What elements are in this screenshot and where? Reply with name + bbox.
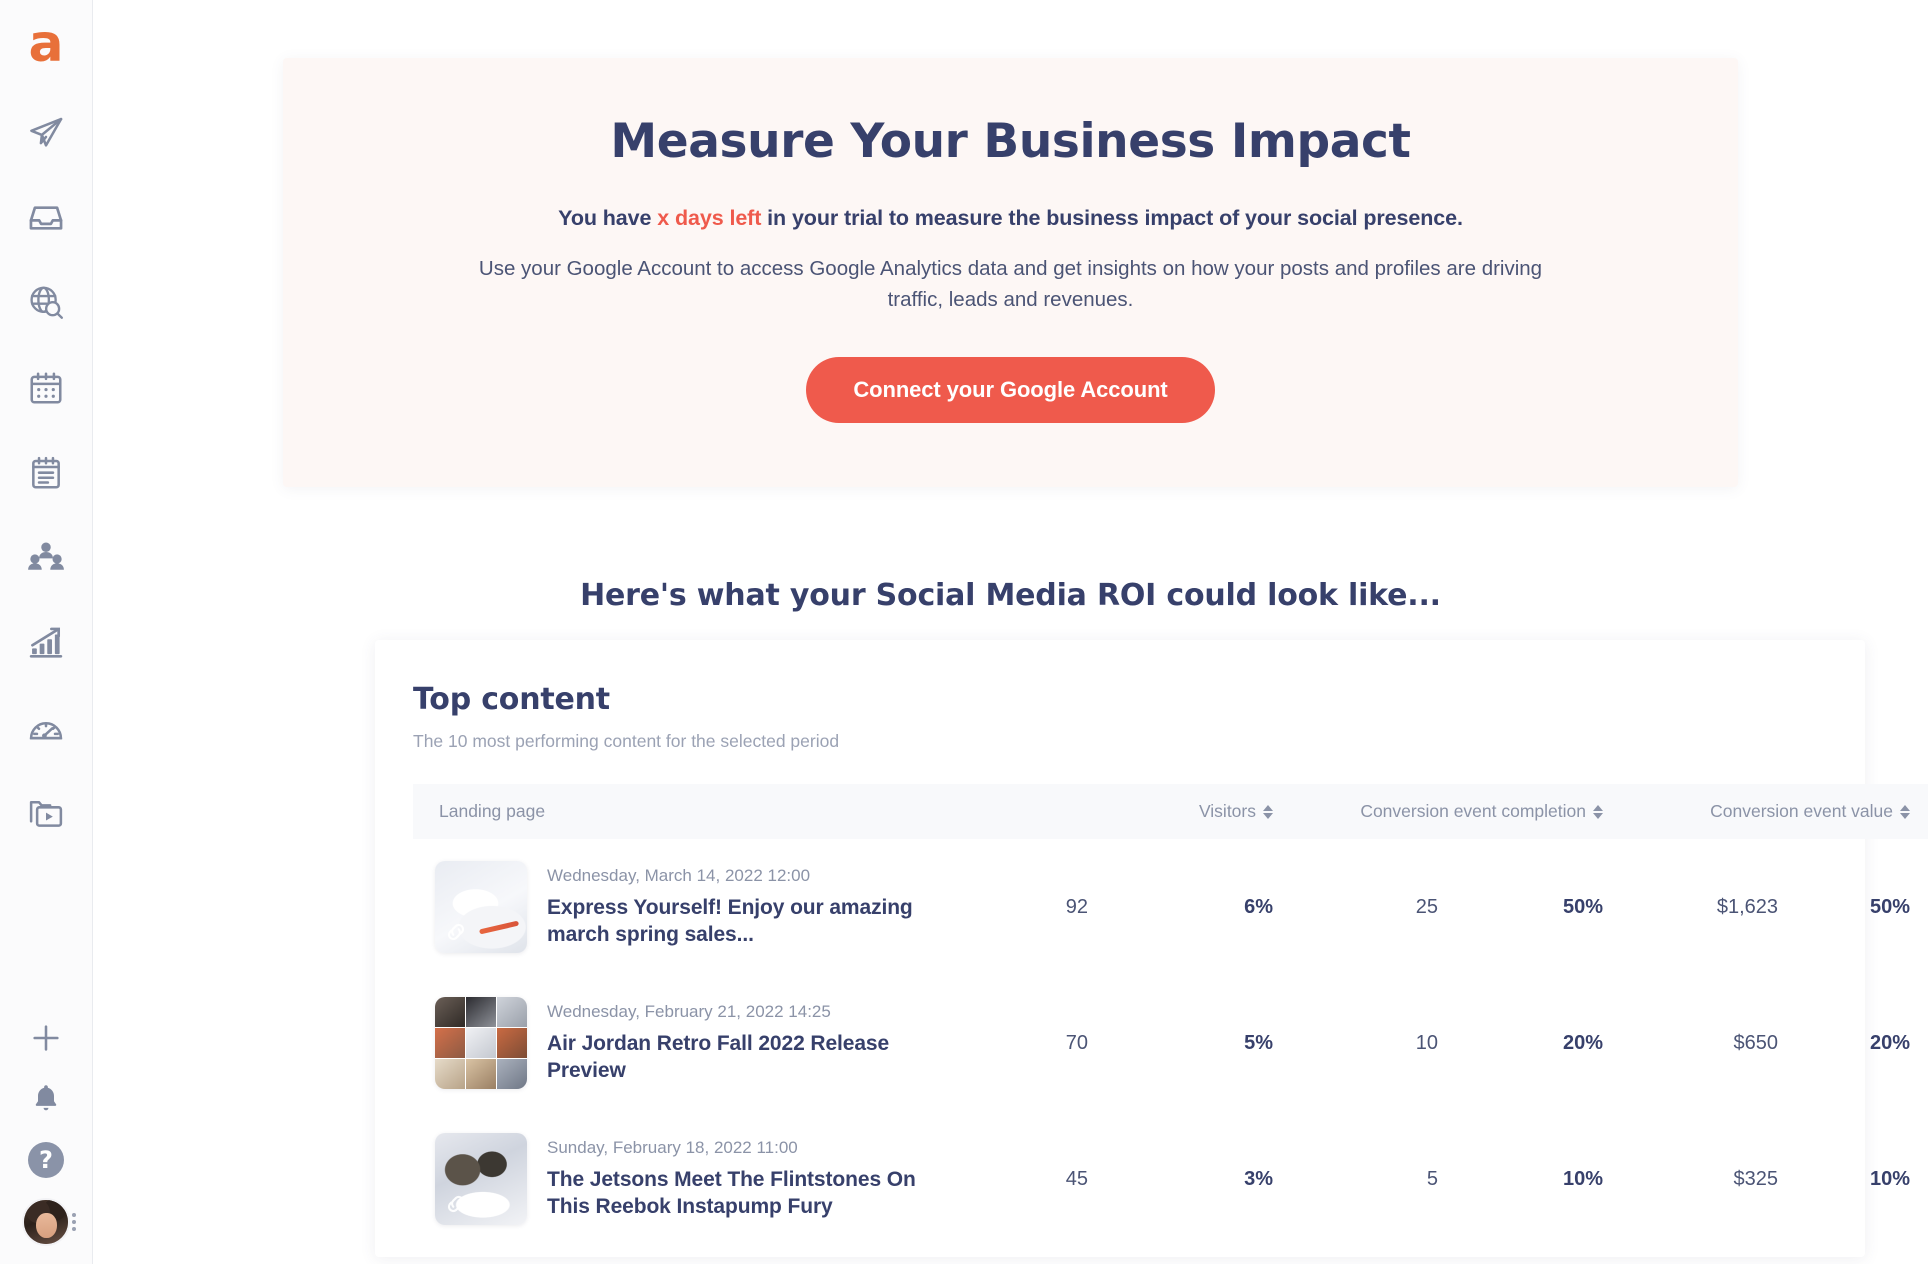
sidebar-item-inbox[interactable] bbox=[12, 175, 80, 260]
conversion-value: $650 bbox=[1733, 1031, 1779, 1054]
column-header-conversion-completion-label: Conversion event completion bbox=[1360, 801, 1586, 821]
trial-subtitle-after: in your trial to measure the business im… bbox=[761, 205, 1463, 230]
globe-search-icon bbox=[27, 284, 65, 322]
roi-section-heading: Here's what your Social Media ROI could … bbox=[580, 578, 1441, 613]
visitors-value: 70 bbox=[1065, 1031, 1088, 1054]
visitors-value: 45 bbox=[1065, 1167, 1088, 1190]
logo-letter: a bbox=[28, 13, 64, 74]
sidebar-item-audience[interactable] bbox=[12, 515, 80, 600]
visitors-percent: 3% bbox=[1244, 1167, 1273, 1190]
table-body: Wednesday, March 14, 2022 12:00 Express … bbox=[413, 839, 1928, 1247]
sidebar-item-analytics[interactable] bbox=[12, 600, 80, 685]
content-title[interactable]: Air Jordan Retro Fall 2022 Release Previ… bbox=[547, 1031, 947, 1083]
table-row[interactable]: Sunday, February 18, 2022 11:00 The Jets… bbox=[413, 1111, 1928, 1247]
column-header-conversion-event-value[interactable]: Conversion event value bbox=[1603, 784, 1928, 839]
account-menu-icon[interactable] bbox=[72, 1213, 76, 1231]
conversions-percent: 20% bbox=[1562, 1031, 1603, 1054]
content-date: Wednesday, March 14, 2022 12:00 bbox=[547, 866, 811, 886]
link-icon bbox=[447, 1195, 465, 1213]
promo-description: Use your Google Account to access Google… bbox=[478, 256, 1543, 311]
conversion-value: $325 bbox=[1733, 1167, 1779, 1190]
table-row[interactable]: Wednesday, February 21, 2022 14:25 Air J… bbox=[413, 975, 1928, 1111]
conversion-value-percent: 50% bbox=[1869, 895, 1911, 918]
table-header-row: Landing page Visitors Conversion event c… bbox=[413, 784, 1928, 839]
sort-icon-conversion-value[interactable] bbox=[1900, 805, 1911, 820]
link-icon bbox=[447, 923, 465, 941]
conversions-value: 25 bbox=[1415, 895, 1438, 918]
publish-icon bbox=[27, 114, 65, 152]
main-content: Measure Your Business Impact You have x … bbox=[93, 0, 1928, 1264]
content-title[interactable]: Express Yourself! Enjoy our amazing marc… bbox=[547, 895, 947, 947]
inbox-icon bbox=[27, 199, 65, 237]
avatar bbox=[22, 1198, 70, 1246]
conversions-value: 10 bbox=[1415, 1031, 1438, 1054]
landing-page-cell: Wednesday, February 21, 2022 14:25 Air J… bbox=[413, 975, 968, 1111]
visitors-value: 92 bbox=[1065, 895, 1088, 918]
calendar-icon bbox=[27, 369, 65, 407]
sort-icon-conversion-completion[interactable] bbox=[1593, 805, 1603, 820]
column-header-visitors[interactable]: Visitors bbox=[968, 784, 1273, 839]
sidebar-item-notes[interactable] bbox=[12, 430, 80, 515]
sidebar-bottom-actions: ? bbox=[0, 1010, 92, 1254]
app-root: a ? Measure Your Business Impact You hav… bbox=[0, 0, 1928, 1264]
sidebar-item-media-library[interactable] bbox=[12, 770, 80, 855]
top-content-subtitle: The 10 most performing content for the s… bbox=[413, 731, 840, 751]
sidebar-item-calendar[interactable] bbox=[12, 345, 80, 430]
page-title: Measure Your Business Impact bbox=[610, 114, 1411, 169]
column-header-conversion-value-label: Conversion event value bbox=[1710, 801, 1894, 821]
column-header-visitors-label: Visitors bbox=[1198, 801, 1256, 821]
notifications-button[interactable] bbox=[12, 1070, 80, 1130]
column-header-conversion-event-completion[interactable]: Conversion event completion bbox=[1273, 784, 1603, 839]
sidebar-item-performance[interactable] bbox=[12, 685, 80, 770]
trial-days-left: x days left bbox=[657, 205, 762, 230]
audience-icon bbox=[27, 539, 65, 577]
conversion-value-percent: 20% bbox=[1869, 1031, 1911, 1054]
trial-promo-banner: Measure Your Business Impact You have x … bbox=[283, 58, 1738, 487]
landing-page-cell: Sunday, February 18, 2022 11:00 The Jets… bbox=[413, 1111, 968, 1247]
top-content-title: Top content bbox=[413, 682, 610, 717]
table-row[interactable]: Wednesday, March 14, 2022 12:00 Express … bbox=[413, 839, 1928, 975]
top-content-card: Top content The 10 most performing conte… bbox=[375, 640, 1928, 1257]
help-icon: ? bbox=[28, 1142, 64, 1178]
content-date: Wednesday, February 21, 2022 14:25 bbox=[547, 1002, 831, 1022]
conversions-percent: 10% bbox=[1562, 1167, 1603, 1190]
analytics-chart-icon bbox=[27, 624, 65, 662]
sidebar-item-publish[interactable] bbox=[12, 90, 80, 175]
bell-icon bbox=[30, 1082, 62, 1119]
sidebar-item-listening[interactable] bbox=[12, 260, 80, 345]
add-button[interactable] bbox=[12, 1010, 80, 1070]
conversion-value: $1,623 bbox=[1716, 895, 1778, 918]
sort-icon-visitors[interactable] bbox=[1263, 805, 1273, 820]
table-header: Landing page Visitors Conversion event c… bbox=[413, 784, 1928, 839]
app-logo[interactable]: a bbox=[16, 14, 76, 74]
notes-icon bbox=[27, 454, 65, 492]
conversions-value: 5 bbox=[1426, 1167, 1438, 1190]
content-date: Sunday, February 18, 2022 11:00 bbox=[547, 1138, 798, 1158]
content-thumbnail[interactable] bbox=[435, 1133, 527, 1225]
column-header-landing-page: Landing page bbox=[413, 784, 968, 839]
help-button[interactable]: ? bbox=[12, 1130, 80, 1190]
primary-sidebar: a ? bbox=[0, 0, 93, 1264]
visitors-percent: 6% bbox=[1244, 895, 1273, 918]
trial-subtitle-before: You have bbox=[558, 205, 658, 230]
conversions-percent: 50% bbox=[1562, 895, 1603, 918]
content-thumbnail[interactable] bbox=[435, 997, 527, 1089]
speedometer-icon bbox=[27, 709, 65, 747]
visitors-percent: 5% bbox=[1244, 1031, 1273, 1054]
content-title[interactable]: The Jetsons Meet The Flintstones On This… bbox=[547, 1167, 947, 1219]
media-library-icon bbox=[27, 794, 65, 832]
connect-google-account-button[interactable]: Connect your Google Account bbox=[806, 357, 1215, 423]
plus-icon bbox=[29, 1021, 63, 1060]
top-content-table: Landing page Visitors Conversion event c… bbox=[413, 784, 1928, 1247]
conversion-value-percent: 10% bbox=[1869, 1167, 1911, 1190]
trial-subtitle: You have x days left in your trial to me… bbox=[343, 206, 1678, 231]
content-thumbnail[interactable] bbox=[435, 861, 527, 953]
account-avatar-button[interactable] bbox=[12, 1190, 80, 1254]
sidebar-nav bbox=[12, 90, 80, 855]
landing-page-cell: Wednesday, March 14, 2022 12:00 Express … bbox=[413, 839, 968, 975]
